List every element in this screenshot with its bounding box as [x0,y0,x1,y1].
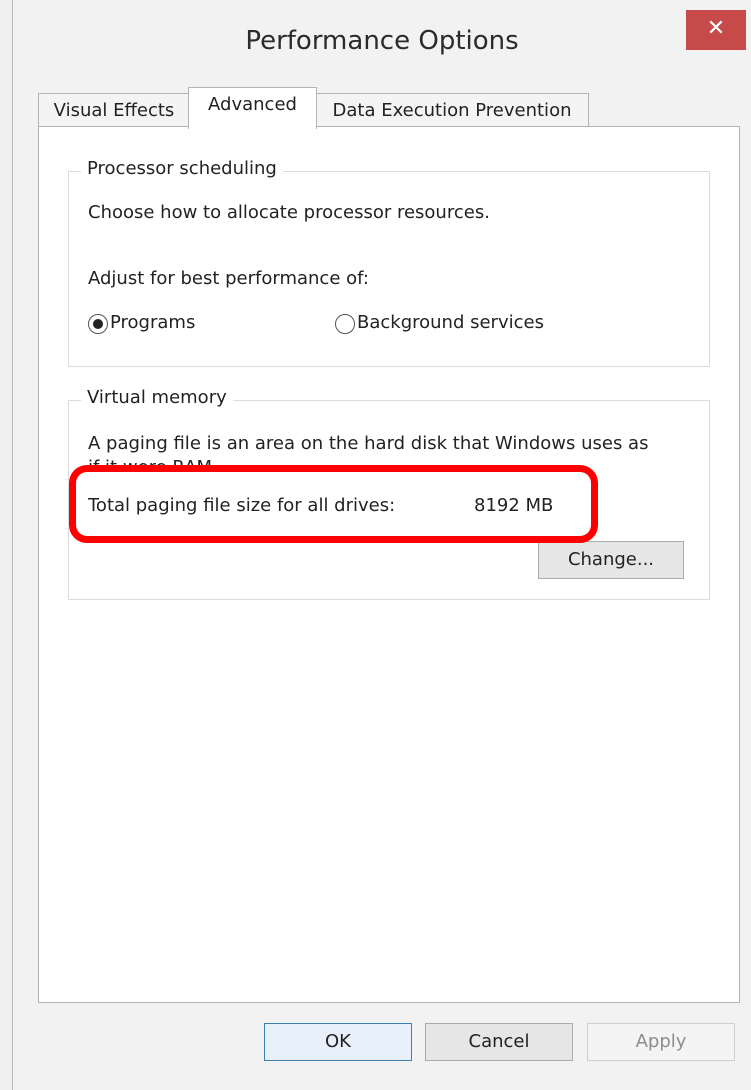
background-services-radio-label[interactable]: Background services [357,312,544,333]
processor-scheduling-group: Processor scheduling Choose how to alloc… [68,158,710,367]
performance-options-window: Performance Options ✕ Visual Effects Adv… [0,0,751,1090]
tab-visual-effects[interactable]: Visual Effects [38,93,190,128]
change-button[interactable]: Change... [538,541,684,579]
apply-button[interactable]: Apply [587,1023,735,1061]
programs-radio-label[interactable]: Programs [110,312,195,333]
window-title: Performance Options [245,26,519,56]
tab-advanced[interactable]: Advanced [188,87,317,129]
close-icon[interactable]: ✕ [686,10,746,50]
ok-button[interactable]: OK [264,1023,412,1061]
background-services-radio[interactable] [335,314,355,334]
processor-scheduling-legend: Processor scheduling [81,158,283,179]
cancel-button[interactable]: Cancel [425,1023,573,1061]
programs-radio[interactable] [88,314,108,334]
virtual-memory-description: A paging file is an area on the hard dis… [88,433,649,454]
virtual-memory-legend: Virtual memory [81,387,233,408]
advanced-tab-panel: Processor scheduling Choose how to alloc… [38,126,740,1003]
highlight-annotation [69,465,598,543]
title-bar[interactable]: Performance Options [13,0,751,82]
adjust-performance-label: Adjust for best performance of: [88,268,369,289]
processor-description: Choose how to allocate processor resourc… [88,202,490,223]
tab-data-execution-prevention[interactable]: Data Execution Prevention [315,93,589,128]
